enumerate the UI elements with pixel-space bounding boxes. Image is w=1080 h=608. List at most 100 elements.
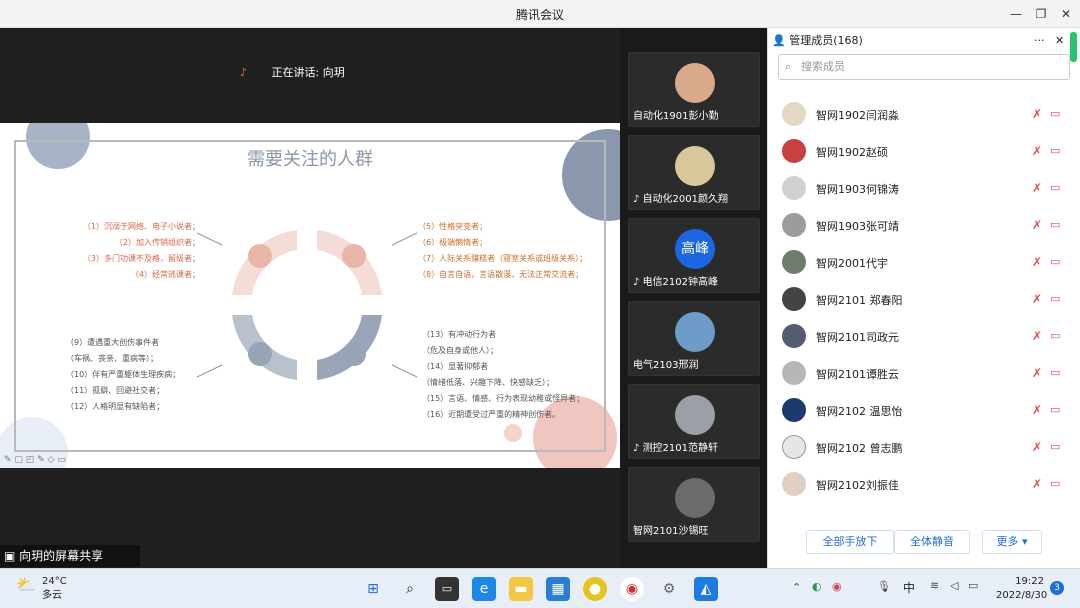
speaker-icon: ♪ bbox=[633, 443, 643, 454]
slide-item: （3）多门功课不及格，留级者； bbox=[82, 254, 200, 263]
member-row[interactable]: 智网1903张可靖 ✗ ▭ bbox=[768, 207, 1068, 244]
notification-badge[interactable]: 3 bbox=[1050, 581, 1064, 595]
camera-off-icon[interactable]: ▭ bbox=[1050, 403, 1060, 416]
battery-icon[interactable]: ▭ bbox=[968, 579, 978, 592]
member-name: 智网1903何锦涛 bbox=[816, 183, 899, 196]
chevron-down-icon: ▾ bbox=[1018, 535, 1028, 548]
member-row[interactable]: 智网2102 曾志鹏 ✗ ▭ bbox=[768, 429, 1068, 466]
video-tile[interactable]: 电气2103邢润 bbox=[628, 301, 760, 376]
task-view-icon[interactable]: ▭ bbox=[435, 577, 459, 601]
app-icon[interactable]: ● bbox=[583, 577, 607, 601]
member-row[interactable]: 智网2102刘振佳 ✗ ▭ bbox=[768, 466, 1068, 503]
avatar bbox=[782, 361, 806, 385]
mute-all-button[interactable]: 全体静音 bbox=[894, 530, 970, 554]
mic-muted-icon[interactable]: ✗ bbox=[1032, 218, 1042, 232]
volume-icon[interactable]: ◁ bbox=[950, 579, 958, 592]
more-options-icon[interactable]: ··· bbox=[1034, 30, 1045, 52]
camera-off-icon[interactable]: ▭ bbox=[1050, 255, 1060, 268]
mic-muted-icon[interactable]: ✗ bbox=[1032, 477, 1042, 491]
slide-item: （14）显著抑郁者 bbox=[422, 362, 489, 371]
edge-icon[interactable]: e bbox=[472, 577, 496, 601]
camera-off-icon[interactable]: ▭ bbox=[1050, 477, 1060, 490]
panel-scroll-indicator[interactable] bbox=[1070, 32, 1077, 62]
store-icon[interactable]: ▦ bbox=[546, 577, 570, 601]
member-row[interactable]: 智网1902赵硕 ✗ ▭ bbox=[768, 133, 1068, 170]
weather-widget[interactable]: 24°C 多云 bbox=[42, 575, 67, 603]
member-name: 智网2102 曾志鹏 bbox=[816, 442, 903, 455]
mic-muted-icon[interactable]: ✗ bbox=[1032, 255, 1042, 269]
video-tile[interactable]: 自动化1901彭小勤 bbox=[628, 52, 760, 127]
wifi-icon[interactable]: ≋ bbox=[930, 579, 939, 592]
slide-title: 需要关注的人群 bbox=[247, 149, 373, 170]
close-icon[interactable]: ✕ bbox=[1055, 4, 1077, 24]
mic-muted-icon[interactable]: ✗ bbox=[1032, 403, 1042, 417]
avatar bbox=[782, 102, 806, 126]
clock-date: 2022/8/30 bbox=[996, 590, 1048, 601]
microphone-icon[interactable]: 🎙 bbox=[877, 580, 891, 593]
ime-indicator[interactable]: 中 bbox=[903, 579, 915, 596]
member-name: 智网2101谭胜云 bbox=[816, 368, 899, 381]
video-tile[interactable]: 高峰 ♪ 电信2102钟高峰 bbox=[628, 218, 760, 293]
camera-off-icon[interactable]: ▭ bbox=[1050, 107, 1060, 120]
camera-off-icon[interactable]: ▭ bbox=[1050, 440, 1060, 453]
member-row[interactable]: 智网1902闫润淼 ✗ ▭ bbox=[768, 96, 1068, 133]
participant-name: ♪ 电信2102钟高峰 bbox=[633, 273, 718, 288]
tencent-meeting-icon[interactable]: ◭ bbox=[694, 577, 718, 601]
camera-off-icon[interactable]: ▭ bbox=[1050, 292, 1060, 305]
tray-app2-icon[interactable]: ◉ bbox=[832, 580, 842, 593]
member-row[interactable]: 智网1903何锦涛 ✗ ▭ bbox=[768, 170, 1068, 207]
slide-item: （2）加入传销组织者； bbox=[114, 238, 200, 247]
camera-off-icon[interactable]: ▭ bbox=[1050, 218, 1060, 231]
lower-all-hands-button[interactable]: 全部手放下 bbox=[806, 530, 894, 554]
camera-off-icon[interactable]: ▭ bbox=[1050, 181, 1060, 194]
window-title: 腾讯会议 bbox=[515, 8, 564, 22]
settings-icon[interactable]: ⚙ bbox=[657, 577, 681, 601]
participant-avatar bbox=[675, 312, 715, 352]
slide-item: （10）伴有严重躯体生理疾病； bbox=[66, 370, 181, 379]
screen-share-label[interactable]: ▣ 向玥的屏幕共享 bbox=[0, 545, 140, 567]
chevron-up-icon[interactable]: ⌃ bbox=[792, 581, 801, 594]
close-icon[interactable]: ✕ bbox=[1055, 30, 1064, 52]
tray-app-icon[interactable]: ◐ bbox=[812, 580, 822, 593]
member-row[interactable]: 智网2101司政元 ✗ ▭ bbox=[768, 318, 1068, 355]
member-row[interactable]: 智网2101谭胜云 ✗ ▭ bbox=[768, 355, 1068, 392]
slide-tools[interactable]: ✎ ▢ ◰ ✎ ◇ ▭ bbox=[4, 455, 104, 465]
slide-item: （16）近期遭受过严重的精神创伤者。 bbox=[422, 410, 561, 419]
clock[interactable]: 19:22 2022/8/30 bbox=[996, 575, 1048, 603]
mic-muted-icon[interactable]: ✗ bbox=[1032, 366, 1042, 380]
mic-muted-icon[interactable]: ✗ bbox=[1032, 440, 1042, 454]
video-tile[interactable]: ♪ 测控2101范静轩 bbox=[628, 384, 760, 459]
maximize-icon[interactable]: ❐ bbox=[1030, 4, 1052, 24]
avatar bbox=[782, 324, 806, 348]
mic-muted-icon[interactable]: ✗ bbox=[1032, 329, 1042, 343]
clock-time: 19:22 bbox=[1015, 576, 1044, 587]
avatar bbox=[782, 139, 806, 163]
member-row[interactable]: 智网2001代宇 ✗ ▭ bbox=[768, 244, 1068, 281]
participant-avatar: 高峰 bbox=[675, 229, 715, 269]
camera-off-icon[interactable]: ▭ bbox=[1050, 366, 1060, 379]
start-icon[interactable]: ⊞ bbox=[361, 577, 385, 601]
search-input[interactable]: ⌕ 搜索成员 bbox=[778, 54, 1070, 80]
slide-bottom-left-list: （9）遭遇重大创伤事件者 （车祸、丧亲、重病等）； （10）伴有严重躯体生理疾病… bbox=[66, 335, 196, 415]
slide-bottom-right-list: （13）有冲动行为者 （危及自身或他人）； （14）显著抑郁者 （情绪低落、兴趣… bbox=[422, 327, 612, 423]
minimize-icon[interactable]: — bbox=[1005, 4, 1027, 24]
members-panel: 👤 管理成员(168) ··· ✕ ⌕ 搜索成员 智网1902闫润淼 ✗ ▭ 智网1… bbox=[767, 28, 1080, 568]
video-tile[interactable]: ♪ 自动化2001颜久翔 bbox=[628, 135, 760, 210]
slide-item: （情绪低落、兴趣下降、快感缺乏）； bbox=[422, 378, 554, 387]
slide-item: （15）言语、情感、行为表现幼稚或怪异者； bbox=[422, 394, 585, 403]
mic-muted-icon[interactable]: ✗ bbox=[1032, 292, 1042, 306]
music-icon[interactable]: ◉ bbox=[620, 577, 644, 601]
folder-icon[interactable]: ▬ bbox=[509, 577, 533, 601]
search-icon[interactable]: ⌕ bbox=[398, 577, 422, 601]
slide-item: （1）沉溺于网络、电子小说者； bbox=[82, 222, 200, 231]
video-tile[interactable]: 智网2101沙锡旺 bbox=[628, 467, 760, 542]
mic-muted-icon[interactable]: ✗ bbox=[1032, 181, 1042, 195]
member-row[interactable]: 智网2101 郑春阳 ✗ ▭ bbox=[768, 281, 1068, 318]
more-button[interactable]: 更多 ▾ bbox=[982, 530, 1042, 554]
member-row[interactable]: 智网2102 温思怡 ✗ ▭ bbox=[768, 392, 1068, 429]
camera-off-icon[interactable]: ▭ bbox=[1050, 144, 1060, 157]
camera-off-icon[interactable]: ▭ bbox=[1050, 329, 1060, 342]
mic-muted-icon[interactable]: ✗ bbox=[1032, 144, 1042, 158]
taskbar: ⛅ 24°C 多云 ⊞ ⌕ ▭ e ▬ ▦ ● ◉ ⚙ ◭ ⌃ ◐ ◉ 🎙 中 … bbox=[0, 568, 1080, 608]
mic-muted-icon[interactable]: ✗ bbox=[1032, 107, 1042, 121]
